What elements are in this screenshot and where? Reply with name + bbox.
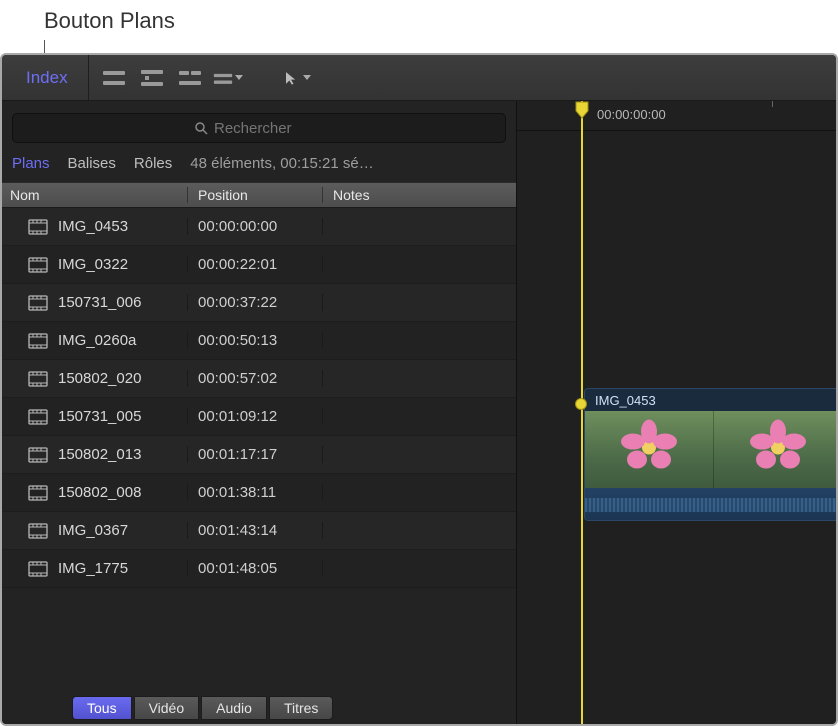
cell-nom: 150802_013 xyxy=(2,446,188,463)
clips-list: IMG_0453 00:00:00:00 IMG_0322 00:00:22:01 15… xyxy=(2,208,516,588)
clip-name: IMG_1775 xyxy=(58,560,128,577)
select-tool-icon[interactable] xyxy=(281,68,311,88)
cell-nom: 150731_005 xyxy=(2,408,188,425)
insert-clip-icon[interactable] xyxy=(99,68,129,88)
toolbar-separator xyxy=(88,55,89,100)
clip-name: 150802_008 xyxy=(58,484,141,501)
index-tabs: Plans Balises Rôles 48 éléments, 00:15:2… xyxy=(2,149,516,182)
playhead-line[interactable] xyxy=(581,101,583,726)
cell-position: 00:01:17:17 xyxy=(188,446,323,463)
cell-nom: IMG_0367 xyxy=(2,522,188,539)
table-row[interactable]: 150802_008 00:01:38:11 xyxy=(2,474,516,512)
chevron-down-icon xyxy=(303,75,311,80)
table-row[interactable]: IMG_0367 00:01:43:14 xyxy=(2,512,516,550)
app-window: Index Plans Balises xyxy=(0,53,838,726)
clip-thumbnails xyxy=(585,411,838,489)
filter-video[interactable]: Vidéo xyxy=(134,696,200,720)
index-button[interactable]: Index xyxy=(12,64,82,92)
clip-name: 150731_005 xyxy=(58,408,141,425)
clip-name: IMG_0453 xyxy=(58,218,128,235)
filmstrip-icon xyxy=(28,485,48,501)
timecode-label: 00:00:00:00 xyxy=(597,107,666,122)
filter-audio[interactable]: Audio xyxy=(201,696,267,720)
cell-position: 00:00:57:02 xyxy=(188,370,323,387)
cell-position: 00:01:43:14 xyxy=(188,522,323,539)
connect-clip-icon[interactable] xyxy=(137,68,167,88)
clip-audio-waveform xyxy=(585,488,838,520)
callout-label: Bouton Plans xyxy=(44,8,175,34)
flower-icon xyxy=(748,418,808,477)
timeline-clip[interactable]: IMG_0453 xyxy=(584,388,838,521)
table-row[interactable]: IMG_0322 00:00:22:01 xyxy=(2,246,516,284)
filter-titres[interactable]: Titres xyxy=(269,696,333,720)
tab-balises[interactable]: Balises xyxy=(68,155,116,172)
append-clip-icon[interactable] xyxy=(175,68,205,88)
cell-position: 00:01:38:11 xyxy=(188,484,323,501)
cell-nom: IMG_0453 xyxy=(2,218,188,235)
cell-nom: 150802_020 xyxy=(2,370,188,387)
index-status-text: 48 éléments, 00:15:21 sé… xyxy=(190,155,506,172)
clip-name: IMG_0260a xyxy=(58,332,136,349)
filmstrip-icon xyxy=(28,257,48,273)
cell-nom: IMG_0260a xyxy=(2,332,188,349)
filmstrip-icon xyxy=(28,447,48,463)
clip-thumbnail xyxy=(714,411,838,489)
filmstrip-icon xyxy=(28,371,48,387)
columns-header: Nom Position Notes xyxy=(2,182,516,208)
column-header-notes[interactable]: Notes xyxy=(323,187,516,203)
cell-position: 00:00:22:01 xyxy=(188,256,323,273)
chevron-down-icon xyxy=(235,75,243,80)
table-row[interactable]: 150731_005 00:01:09:12 xyxy=(2,398,516,436)
cell-nom: IMG_1775 xyxy=(2,560,188,577)
cell-position: 00:01:09:12 xyxy=(188,408,323,425)
filmstrip-icon xyxy=(28,333,48,349)
filmstrip-icon xyxy=(28,295,48,311)
clip-name: IMG_0367 xyxy=(58,522,128,539)
clip-name: 150802_013 xyxy=(58,446,141,463)
table-row[interactable]: 150731_006 00:00:37:22 xyxy=(2,284,516,322)
cell-nom: 150731_006 xyxy=(2,294,188,311)
filmstrip-icon xyxy=(28,561,48,577)
table-row[interactable]: IMG_0453 00:00:00:00 xyxy=(2,208,516,246)
table-row[interactable]: IMG_1775 00:01:48:05 xyxy=(2,550,516,588)
playhead-icon[interactable] xyxy=(574,101,590,119)
timeline[interactable]: 00:00:00:00 IMG_0453 xyxy=(517,101,838,726)
filmstrip-icon xyxy=(28,219,48,235)
flower-icon xyxy=(619,418,679,477)
filmstrip-icon xyxy=(28,409,48,425)
search-input[interactable] xyxy=(214,120,324,137)
ruler-tick xyxy=(772,101,773,107)
clip-name: IMG_0322 xyxy=(58,256,128,273)
cell-position: 00:00:37:22 xyxy=(188,294,323,311)
index-panel: Plans Balises Rôles 48 éléments, 00:15:2… xyxy=(2,101,517,726)
table-row[interactable]: IMG_0260a 00:00:50:13 xyxy=(2,322,516,360)
table-row[interactable]: 150802_013 00:01:17:17 xyxy=(2,436,516,474)
cell-nom: 150802_008 xyxy=(2,484,188,501)
overwrite-clip-icon[interactable] xyxy=(213,68,243,88)
column-header-nom[interactable]: Nom xyxy=(2,187,188,203)
toolbar: Index xyxy=(2,55,836,101)
filter-buttons: Tous Vidéo Audio Titres xyxy=(72,696,333,720)
cell-position: 00:00:00:00 xyxy=(188,218,323,235)
filter-tous[interactable]: Tous xyxy=(72,696,132,720)
clip-thumbnail xyxy=(585,411,714,489)
ruler[interactable]: 00:00:00:00 xyxy=(517,101,838,131)
column-header-position[interactable]: Position xyxy=(188,187,323,203)
cell-position: 00:00:50:13 xyxy=(188,332,323,349)
clip-label: IMG_0453 xyxy=(595,393,656,408)
connection-point-icon[interactable] xyxy=(575,398,587,410)
tab-roles[interactable]: Rôles xyxy=(134,155,172,172)
clip-name: 150802_020 xyxy=(58,370,141,387)
search-icon xyxy=(194,121,208,135)
table-row[interactable]: 150802_020 00:00:57:02 xyxy=(2,360,516,398)
clip-name: 150731_006 xyxy=(58,294,141,311)
tab-plans[interactable]: Plans xyxy=(12,155,50,172)
search-field[interactable] xyxy=(12,113,506,143)
cell-position: 00:01:48:05 xyxy=(188,560,323,577)
filmstrip-icon xyxy=(28,523,48,539)
cell-nom: IMG_0322 xyxy=(2,256,188,273)
